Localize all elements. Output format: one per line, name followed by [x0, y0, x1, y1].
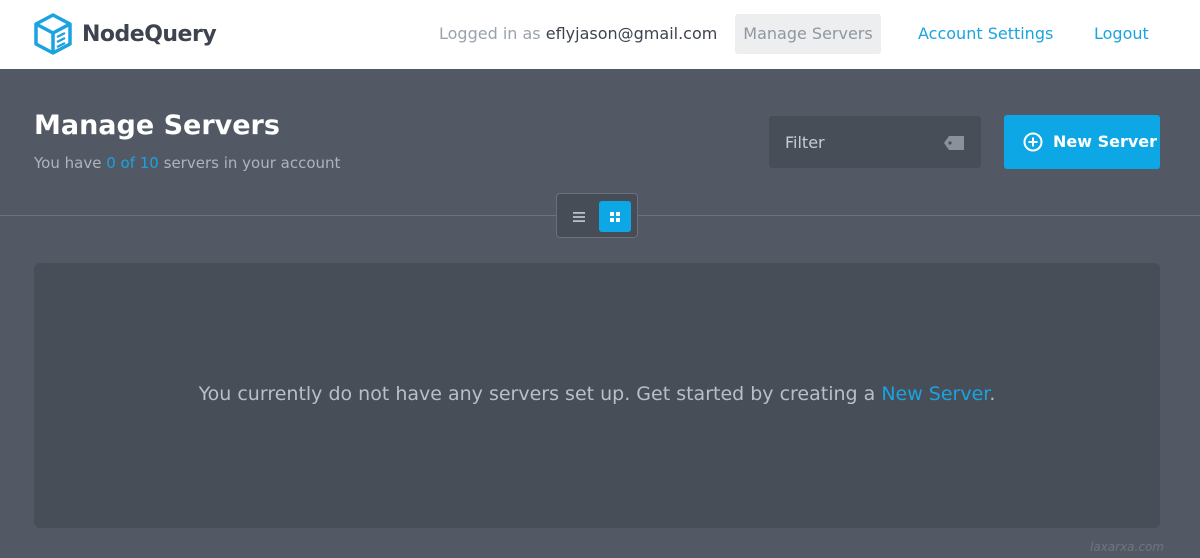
- brand-name: NodeQuery: [82, 21, 217, 47]
- user-email: eflyjason@gmail.com: [545, 24, 718, 43]
- plus-circle-icon: [1023, 132, 1043, 152]
- empty-state-message: You currently do not have any servers se…: [34, 383, 1160, 405]
- subtitle-prefix: You have: [34, 154, 102, 172]
- grid-view-button[interactable]: [599, 201, 631, 232]
- new-server-label: New Server: [1053, 132, 1158, 151]
- empty-servers-panel: You currently do not have any servers se…: [34, 263, 1160, 528]
- new-server-button[interactable]: New Server: [1004, 115, 1160, 169]
- list-view-button[interactable]: [563, 201, 595, 232]
- watermark: laxarxa.com: [1090, 540, 1164, 554]
- subtitle-suffix: servers in your account: [163, 154, 341, 172]
- server-count: 0 of 10: [106, 154, 159, 172]
- top-navbar: NodeQuery Logged in as eflyjason@gmail.c…: [0, 0, 1200, 69]
- empty-state-period: .: [989, 383, 996, 405]
- nav-logout[interactable]: Logout: [1094, 24, 1149, 43]
- nav-account-settings[interactable]: Account Settings: [918, 24, 1053, 43]
- list-icon: [573, 211, 585, 222]
- tag-icon: [944, 136, 964, 150]
- page-title: Manage Servers: [34, 110, 280, 141]
- server-count-summary: You have 0 of 10 servers in your account: [34, 154, 340, 172]
- brand-logo[interactable]: NodeQuery: [33, 13, 217, 55]
- view-toggle: [556, 193, 638, 238]
- grid-icon: [610, 211, 620, 222]
- new-server-link[interactable]: New Server: [881, 383, 989, 405]
- empty-state-text: You currently do not have any servers se…: [198, 383, 876, 405]
- nav-manage-servers[interactable]: Manage Servers: [735, 14, 881, 54]
- logged-in-status: Logged in as eflyjason@gmail.com: [439, 24, 717, 43]
- logged-in-label: Logged in as: [439, 24, 541, 43]
- cube-logo-icon: [34, 13, 72, 55]
